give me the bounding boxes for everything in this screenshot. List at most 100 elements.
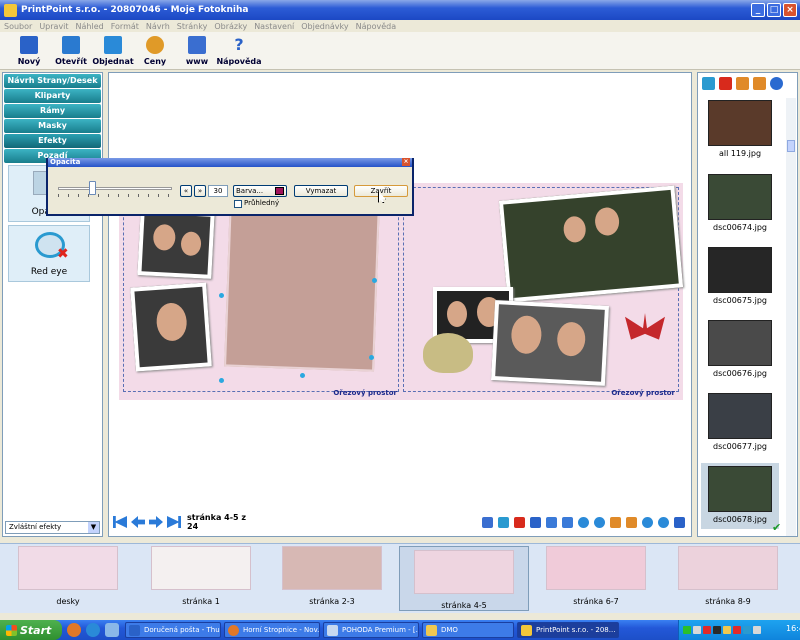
tray-icon[interactable]: [753, 626, 761, 634]
category-cliparts[interactable]: Kliparty: [4, 89, 101, 103]
clear-button[interactable]: Vymazat: [294, 185, 348, 197]
menu-nastaveni[interactable]: Nastavení: [254, 22, 294, 31]
scrollbar-thumb[interactable]: [787, 140, 795, 152]
resize-handle[interactable]: [369, 355, 374, 360]
rotate-right-icon[interactable]: [658, 516, 669, 528]
next-page-icon[interactable]: [149, 516, 163, 528]
right-page[interactable]: Ořezový prostor: [401, 183, 684, 400]
menu-navrh[interactable]: Návrh: [146, 22, 170, 31]
firefox-icon[interactable]: [67, 623, 81, 637]
resize-handle[interactable]: [372, 278, 377, 283]
tray-icon[interactable]: [713, 626, 721, 634]
task-dmo[interactable]: DMO: [422, 622, 514, 638]
menu-obrazky[interactable]: Obrázky: [214, 22, 247, 31]
tray-icon[interactable]: [693, 626, 701, 634]
photo-couple-glasses[interactable]: [490, 300, 610, 386]
transparent-checkbox[interactable]: [234, 200, 242, 208]
page-icon[interactable]: [530, 516, 541, 528]
rotate-left-icon[interactable]: [736, 77, 749, 90]
internet-explorer-icon[interactable]: [86, 623, 100, 637]
delete-icon[interactable]: [514, 516, 525, 528]
resize-handle[interactable]: [219, 378, 224, 383]
category-effects[interactable]: Efekty: [4, 134, 101, 148]
increase-opacity-button[interactable]: »: [194, 185, 206, 197]
fit-width-icon[interactable]: [626, 516, 637, 528]
transparent-photo-frame[interactable]: [224, 196, 380, 372]
menu-objednavky[interactable]: Objednávky: [301, 22, 348, 31]
tools-icon[interactable]: [482, 516, 493, 528]
strip-page-8-9[interactable]: stránka 8-9: [663, 546, 793, 611]
start-button[interactable]: Start: [0, 620, 62, 640]
tray-icon[interactable]: [703, 626, 711, 634]
www-button[interactable]: www: [176, 32, 218, 69]
rotate-right-icon[interactable]: [753, 77, 766, 90]
close-window-button[interactable]: ×: [783, 3, 797, 17]
text-icon[interactable]: [674, 516, 685, 528]
category-page-design[interactable]: Návrh Strany/Desek: [4, 74, 101, 88]
menu-napoveda[interactable]: Nápověda: [356, 22, 397, 31]
strip-page-6-7[interactable]: stránka 6-7: [531, 546, 661, 611]
help-button[interactable]: ? Nápověda: [216, 32, 261, 69]
task-thunderbird[interactable]: Doručená pošta - Thu...: [125, 622, 221, 638]
photo-man-smiling[interactable]: [130, 282, 212, 372]
close-dialog-icon[interactable]: ×: [402, 158, 410, 166]
photo-thumbnail[interactable]: dsc00674.jpg: [701, 171, 779, 237]
menu-soubor[interactable]: Soubor: [4, 22, 32, 31]
open-button[interactable]: Otevřít: [50, 32, 92, 69]
preview-eye-icon[interactable]: [770, 77, 783, 90]
opacity-slider-thumb[interactable]: [89, 181, 97, 195]
strip-page-desky[interactable]: desky: [3, 546, 133, 611]
opacity-value-field[interactable]: 30: [208, 185, 228, 197]
add-photo-icon[interactable]: [702, 77, 715, 90]
tray-icon[interactable]: [743, 626, 751, 634]
task-browser[interactable]: Horní Stropnice - Nov...: [224, 622, 320, 638]
category-frames[interactable]: Rámy: [4, 104, 101, 118]
menu-nahled[interactable]: Náhled: [76, 22, 104, 31]
resize-handle[interactable]: [300, 373, 305, 378]
order-button[interactable]: Objednat: [92, 32, 134, 69]
align-left-icon[interactable]: [546, 516, 557, 528]
zoom-in-icon[interactable]: [578, 516, 589, 528]
category-masks[interactable]: Masky: [4, 119, 101, 133]
menu-upravit[interactable]: Upravit: [39, 22, 68, 31]
add-icon[interactable]: [498, 516, 509, 528]
task-pohoda[interactable]: POHODA Premium - [...: [323, 622, 419, 638]
photo-thumbnail-selected[interactable]: dsc00678.jpg: [701, 463, 779, 529]
new-button[interactable]: Nový: [8, 32, 50, 69]
resize-handle[interactable]: [219, 293, 224, 298]
color-button[interactable]: Barva...: [233, 185, 287, 197]
photo-thumbnail[interactable]: all 119.jpg: [701, 97, 779, 163]
tray-icon[interactable]: [723, 626, 731, 634]
strip-page-1[interactable]: stránka 1: [136, 546, 266, 611]
maximize-button[interactable]: □: [767, 3, 781, 17]
strip-page-2-3[interactable]: stránka 2-3: [267, 546, 397, 611]
prices-button[interactable]: Ceny: [134, 32, 176, 69]
fit-page-icon[interactable]: [610, 516, 621, 528]
tray-icon[interactable]: [683, 626, 691, 634]
photo-thumbnail[interactable]: dsc00676.jpg: [701, 317, 779, 383]
tray-icon[interactable]: [733, 626, 741, 634]
chevron-down-icon[interactable]: ▼: [88, 522, 99, 533]
opacity-slider-track[interactable]: [58, 187, 172, 190]
thumbnails-scrollbar[interactable]: [786, 98, 796, 536]
first-page-icon[interactable]: [113, 516, 127, 528]
photo-thumbnail[interactable]: dsc00677.jpg: [701, 390, 779, 456]
effect-red-eye-tile[interactable]: ✖ Red eye: [8, 225, 90, 282]
photo-thumbnail[interactable]: dsc00675.jpg: [701, 244, 779, 310]
last-page-icon[interactable]: [167, 516, 181, 528]
previous-page-icon[interactable]: [131, 516, 145, 528]
menu-stranky[interactable]: Stránky: [177, 22, 208, 31]
menu-format[interactable]: Formát: [111, 22, 139, 31]
strip-page-4-5-selected[interactable]: stránka 4-5: [399, 546, 529, 611]
photo-couple-tree[interactable]: [498, 185, 684, 303]
photo-kiss[interactable]: [137, 209, 215, 279]
rotate-left-icon[interactable]: [642, 516, 653, 528]
zoom-out-icon[interactable]: [594, 516, 605, 528]
align-right-icon[interactable]: [562, 516, 573, 528]
minimize-button[interactable]: _: [751, 3, 765, 17]
decrease-opacity-button[interactable]: «: [180, 185, 192, 197]
remove-photo-icon[interactable]: [719, 77, 732, 90]
show-desktop-icon[interactable]: [105, 623, 119, 637]
effects-category-select[interactable]: Zvláštní efekty ▼: [5, 521, 100, 534]
task-printpoint[interactable]: PrintPoint s.r.o. - 208...: [517, 622, 619, 638]
